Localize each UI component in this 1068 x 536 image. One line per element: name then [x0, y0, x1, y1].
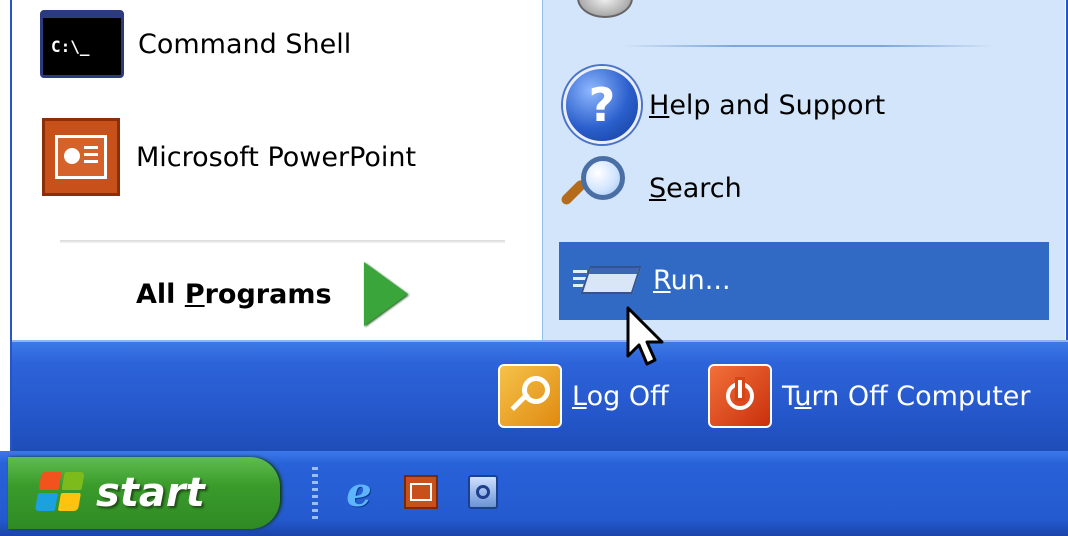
start-menu: C:\_ Command Shell Microsoft PowerPoint …: [10, 0, 1068, 451]
windows-flag-icon: [34, 472, 87, 514]
search-label: Search: [649, 172, 742, 204]
search-item[interactable]: Search: [559, 152, 742, 224]
pinned-programs-column: C:\_ Command Shell Microsoft PowerPoint …: [12, 0, 542, 340]
system-places-column: ? Help and Support Search Run...: [542, 0, 1065, 340]
start-button[interactable]: start: [8, 457, 280, 529]
run-icon: [573, 260, 642, 300]
run-label: Run...: [653, 264, 731, 296]
quick-launch-grip[interactable]: [312, 467, 318, 521]
all-programs-label: All Programs: [136, 278, 332, 310]
power-icon: [708, 364, 772, 428]
help-icon: ?: [563, 66, 641, 144]
command-shell-icon: C:\_: [40, 10, 124, 78]
powerpoint-item[interactable]: Microsoft PowerPoint: [42, 118, 416, 196]
start-label: start: [96, 470, 205, 516]
help-and-support-label: Help and Support: [649, 89, 886, 121]
partial-top-icon: [577, 0, 633, 18]
magnifier-icon: [559, 152, 633, 224]
turn-off-computer-button[interactable]: Turn Off Computer: [708, 364, 1031, 428]
green-arrow-icon: [363, 262, 408, 326]
log-off-label: Log Off: [572, 380, 669, 412]
key-icon: [498, 364, 562, 428]
powerpoint-label: Microsoft PowerPoint: [136, 141, 417, 173]
internet-explorer-icon[interactable]: e: [340, 469, 378, 516]
powerpoint-icon[interactable]: [402, 473, 440, 511]
mouse-pointer-icon: [626, 306, 664, 366]
powerpoint-icon: [42, 118, 120, 196]
command-shell-item[interactable]: C:\_ Command Shell: [40, 10, 351, 78]
menu-footer: Log Off Turn Off Computer: [12, 340, 1068, 451]
turn-off-label: Turn Off Computer: [782, 380, 1031, 412]
command-shell-label: Command Shell: [138, 28, 352, 60]
log-off-button[interactable]: Log Off: [498, 364, 669, 428]
help-and-support-item[interactable]: ? Help and Support: [563, 66, 885, 144]
separator: [60, 240, 505, 243]
separator: [621, 45, 995, 47]
outlook-express-icon[interactable]: [464, 473, 502, 511]
all-programs-button[interactable]: All Programs: [136, 262, 408, 326]
taskbar: start e: [0, 451, 1068, 536]
